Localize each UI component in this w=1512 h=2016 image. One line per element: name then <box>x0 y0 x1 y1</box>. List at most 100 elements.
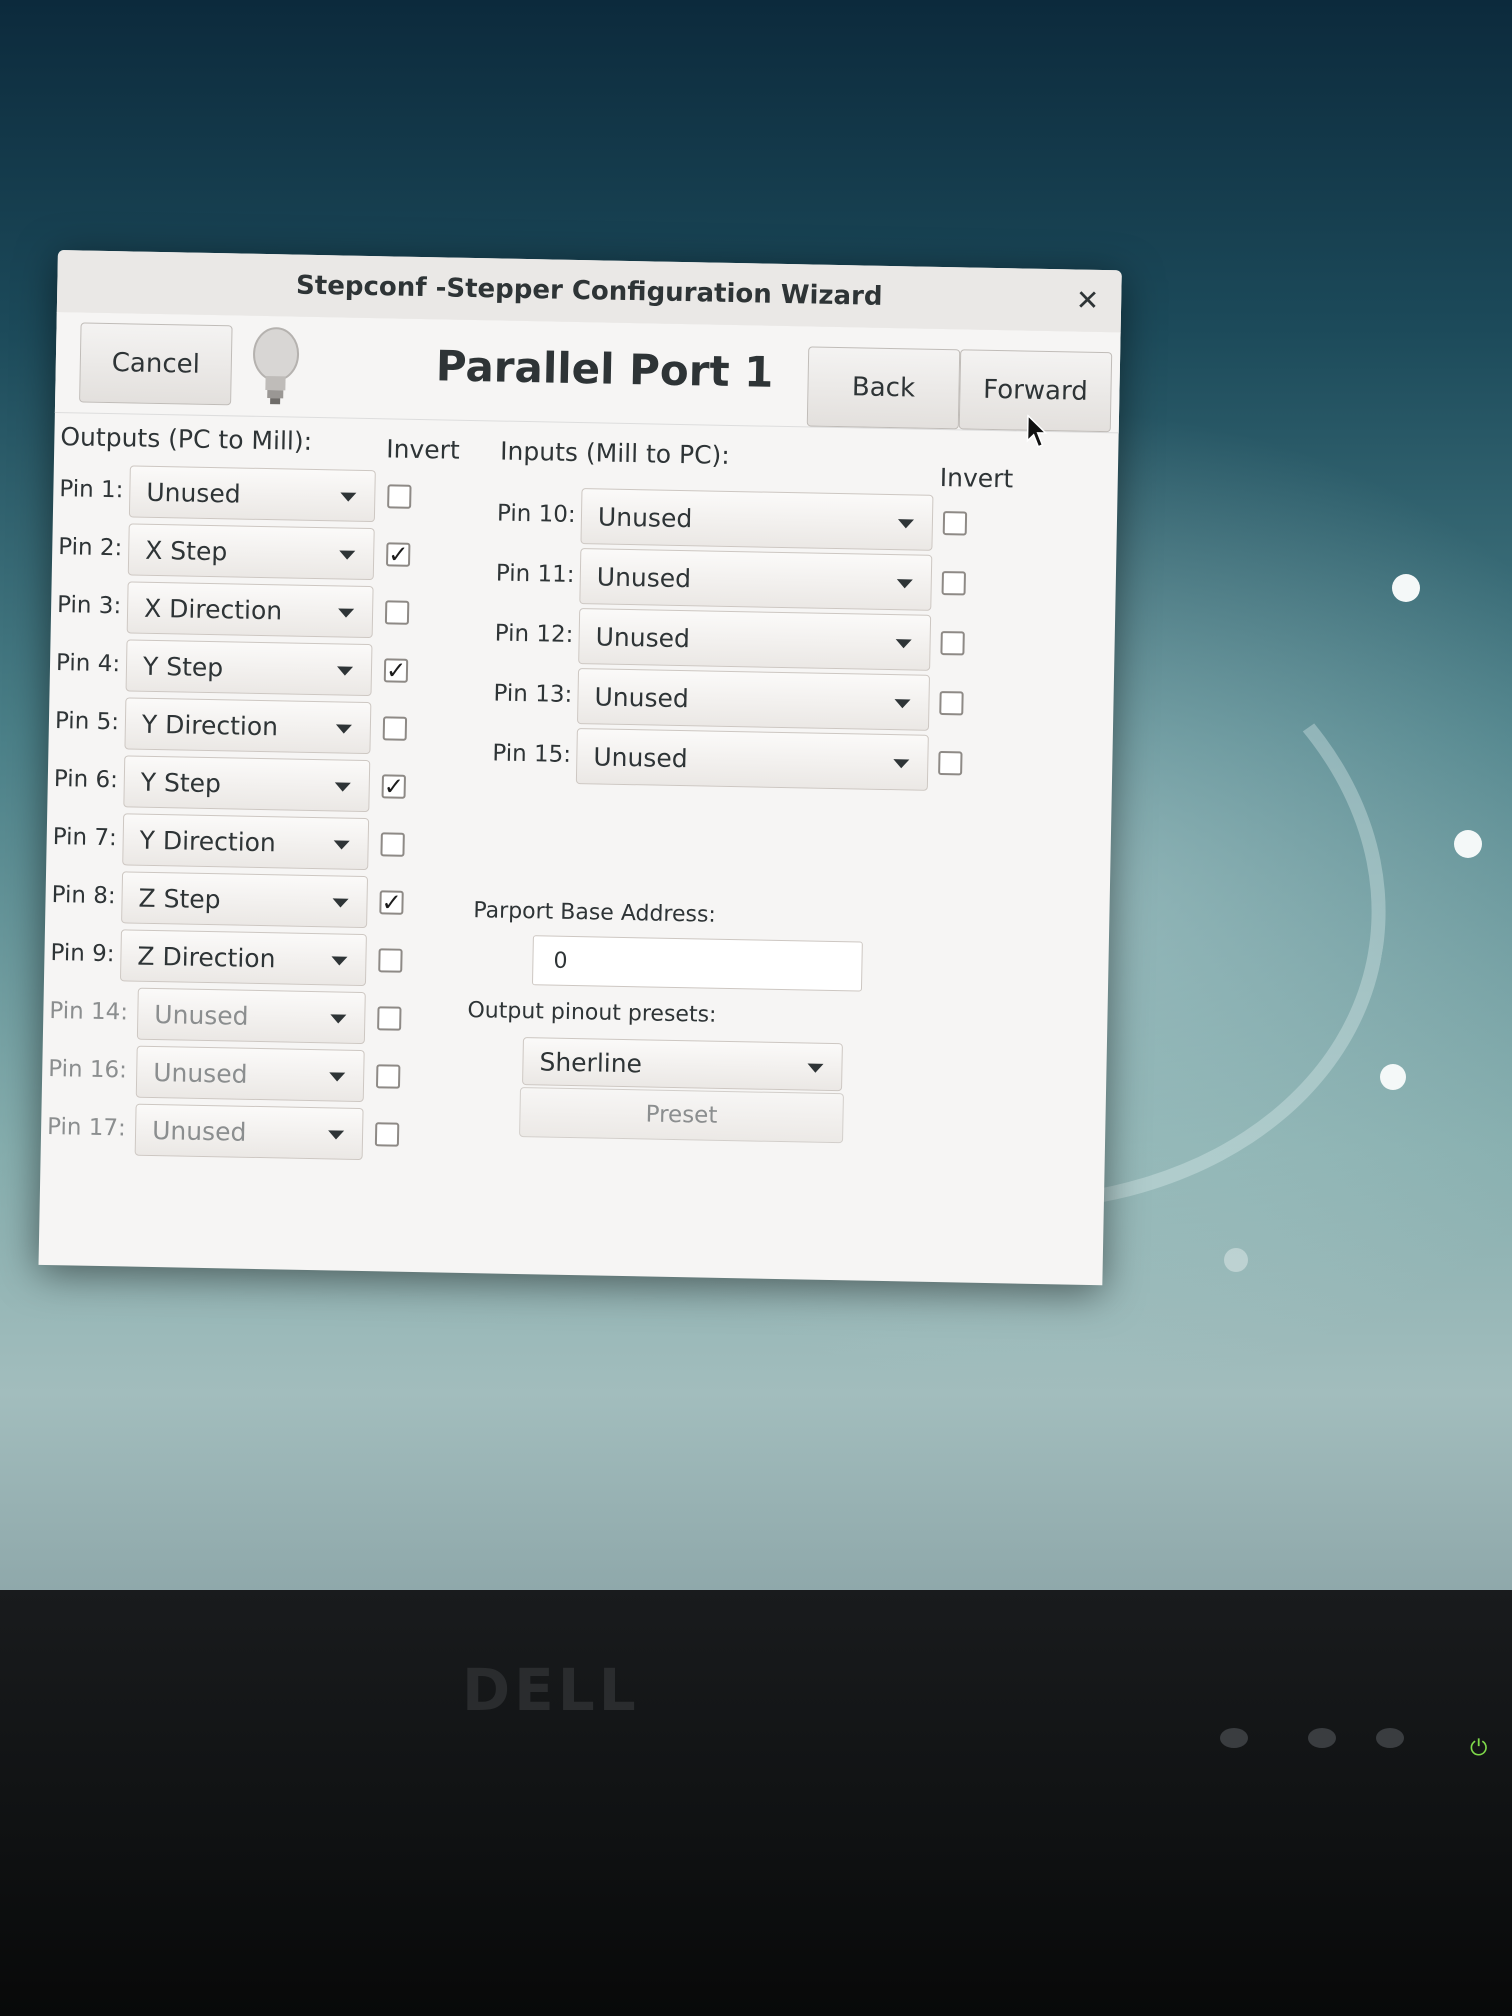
output-pin-select[interactable]: Y Direction <box>124 697 372 755</box>
input-pin-select[interactable]: Unused <box>575 728 929 791</box>
output-pin-select[interactable]: X Step <box>127 523 375 581</box>
chevron-down-icon <box>329 1072 346 1082</box>
wallpaper-dot <box>1380 1064 1406 1090</box>
monitor-brand-logo: DELL <box>462 1656 640 1724</box>
input-pin-label: Pin 12: <box>494 620 574 648</box>
input-invert-checkbox[interactable] <box>941 571 966 596</box>
output-pin-value: Z Direction <box>137 941 276 974</box>
output-invert-checkbox[interactable] <box>387 484 412 509</box>
output-pin-label: Pin 14: <box>49 997 129 1026</box>
outputs-label: Outputs (PC to Mill): <box>60 422 313 456</box>
lightbulb-icon <box>253 327 300 405</box>
preset-button[interactable]: Preset <box>519 1087 844 1144</box>
output-pin-label: Pin 5: <box>54 708 120 736</box>
output-pin-select[interactable]: Unused <box>128 465 376 523</box>
chevron-down-icon <box>340 492 357 502</box>
output-pin-select[interactable]: X Direction <box>126 581 374 639</box>
output-pin-select[interactable]: Unused <box>134 1103 364 1161</box>
chevron-down-icon <box>331 956 348 966</box>
output-pin-label: Pin 6: <box>53 766 119 794</box>
output-pin-value: Y Step <box>140 767 222 799</box>
output-pin-label: Pin 2: <box>58 534 123 562</box>
output-pin-value: Unused <box>152 1057 248 1089</box>
input-pin-value: Unused <box>596 562 692 594</box>
input-pin-label: Pin 13: <box>493 680 573 708</box>
input-pin-value: Unused <box>597 502 693 534</box>
chevron-down-icon <box>330 1014 347 1024</box>
monitor-bezel <box>0 1590 1512 2016</box>
output-pin-select[interactable]: Unused <box>135 1045 365 1103</box>
parport-address-input[interactable]: 0 <box>531 935 863 992</box>
chevron-down-icon <box>337 608 355 618</box>
input-pin-select[interactable]: Unused <box>578 608 932 671</box>
chevron-down-icon <box>897 519 914 529</box>
chevron-down-icon <box>339 550 356 560</box>
output-invert-checkbox[interactable] <box>378 948 403 973</box>
output-invert-checkbox[interactable] <box>375 1064 401 1089</box>
chevron-down-icon <box>895 639 912 649</box>
wallpaper-dot <box>1454 830 1482 858</box>
chevron-down-icon <box>893 759 910 769</box>
input-pin-select[interactable]: Unused <box>579 548 933 611</box>
output-pin-value: Unused <box>151 1115 247 1147</box>
input-pin-value: Unused <box>595 622 691 654</box>
output-pin-value: Y Direction <box>139 825 277 858</box>
cancel-button[interactable]: Cancel <box>79 322 233 406</box>
stepconf-dialog: Stepconf -Stepper Configuration Wizard ✕… <box>38 250 1122 1286</box>
output-pin-select[interactable]: Y Step <box>125 639 373 697</box>
output-pin-select[interactable]: Z Direction <box>119 929 367 987</box>
outputs-invert-label: Invert <box>385 434 460 465</box>
back-button[interactable]: Back <box>806 346 961 430</box>
output-invert-checkbox[interactable] <box>384 600 410 625</box>
preset-select-value: Sherline <box>539 1047 643 1079</box>
output-pin-value: Y Direction <box>141 709 279 742</box>
output-invert-checkbox[interactable] <box>382 716 408 741</box>
chevron-down-icon <box>327 1130 345 1140</box>
output-pin-select[interactable]: Z Step <box>121 871 369 929</box>
output-invert-checkbox[interactable]: ✓ <box>381 772 406 801</box>
presets-label: Output pinout presets: <box>467 998 717 1028</box>
parport-address-label: Parport Base Address: <box>473 898 717 928</box>
output-pin-select[interactable]: Unused <box>136 987 366 1045</box>
output-pin-value: Y Step <box>142 651 224 683</box>
chevron-down-icon <box>894 699 911 709</box>
output-pin-label: Pin 4: <box>55 650 121 678</box>
input-invert-checkbox[interactable] <box>939 691 964 716</box>
power-icon[interactable]: ⏻ <box>1470 1738 1492 1760</box>
preset-select[interactable]: Sherline <box>522 1037 843 1092</box>
input-invert-checkbox[interactable] <box>940 631 965 656</box>
input-pin-select[interactable]: Unused <box>580 488 934 551</box>
output-pin-label: Pin 1: <box>59 476 124 504</box>
input-pin-label: Pin 11: <box>495 560 575 588</box>
inputs-invert-label: Invert <box>939 462 1014 494</box>
input-pin-value: Unused <box>593 742 688 774</box>
input-invert-checkbox[interactable] <box>942 511 968 536</box>
output-pin-value: X Step <box>144 535 228 567</box>
input-pin-value: Unused <box>594 682 690 714</box>
input-invert-checkbox[interactable] <box>938 750 963 776</box>
output-pin-value: X Direction <box>143 593 283 626</box>
output-pin-label: Pin 3: <box>56 592 122 620</box>
close-icon[interactable]: ✕ <box>1075 284 1099 317</box>
output-invert-checkbox[interactable] <box>374 1122 400 1147</box>
output-pin-label: Pin 16: <box>48 1055 128 1084</box>
monitor-button[interactable] <box>1220 1728 1248 1748</box>
chevron-down-icon <box>336 666 354 676</box>
output-pin-label: Pin 8: <box>51 881 116 910</box>
output-invert-checkbox[interactable] <box>377 1006 402 1031</box>
output-pin-value: Unused <box>146 477 241 509</box>
output-pin-select[interactable]: Y Step <box>123 755 371 813</box>
chevron-down-icon <box>334 782 351 792</box>
output-invert-checkbox[interactable]: ✓ <box>385 540 411 569</box>
input-pin-select[interactable]: Unused <box>576 668 931 731</box>
output-pin-select[interactable]: Y Direction <box>122 813 370 871</box>
output-invert-checkbox[interactable]: ✓ <box>379 888 404 917</box>
wallpaper-dot <box>1224 1248 1248 1272</box>
monitor-button[interactable] <box>1308 1728 1336 1748</box>
output-invert-checkbox[interactable]: ✓ <box>383 656 409 685</box>
header-bar: Cancel Parallel Port 1 Back Forward <box>54 311 1121 434</box>
chevron-down-icon <box>807 1063 824 1073</box>
input-pin-label: Pin 15: <box>492 740 572 768</box>
monitor-button[interactable] <box>1376 1728 1404 1748</box>
output-invert-checkbox[interactable] <box>380 832 405 857</box>
